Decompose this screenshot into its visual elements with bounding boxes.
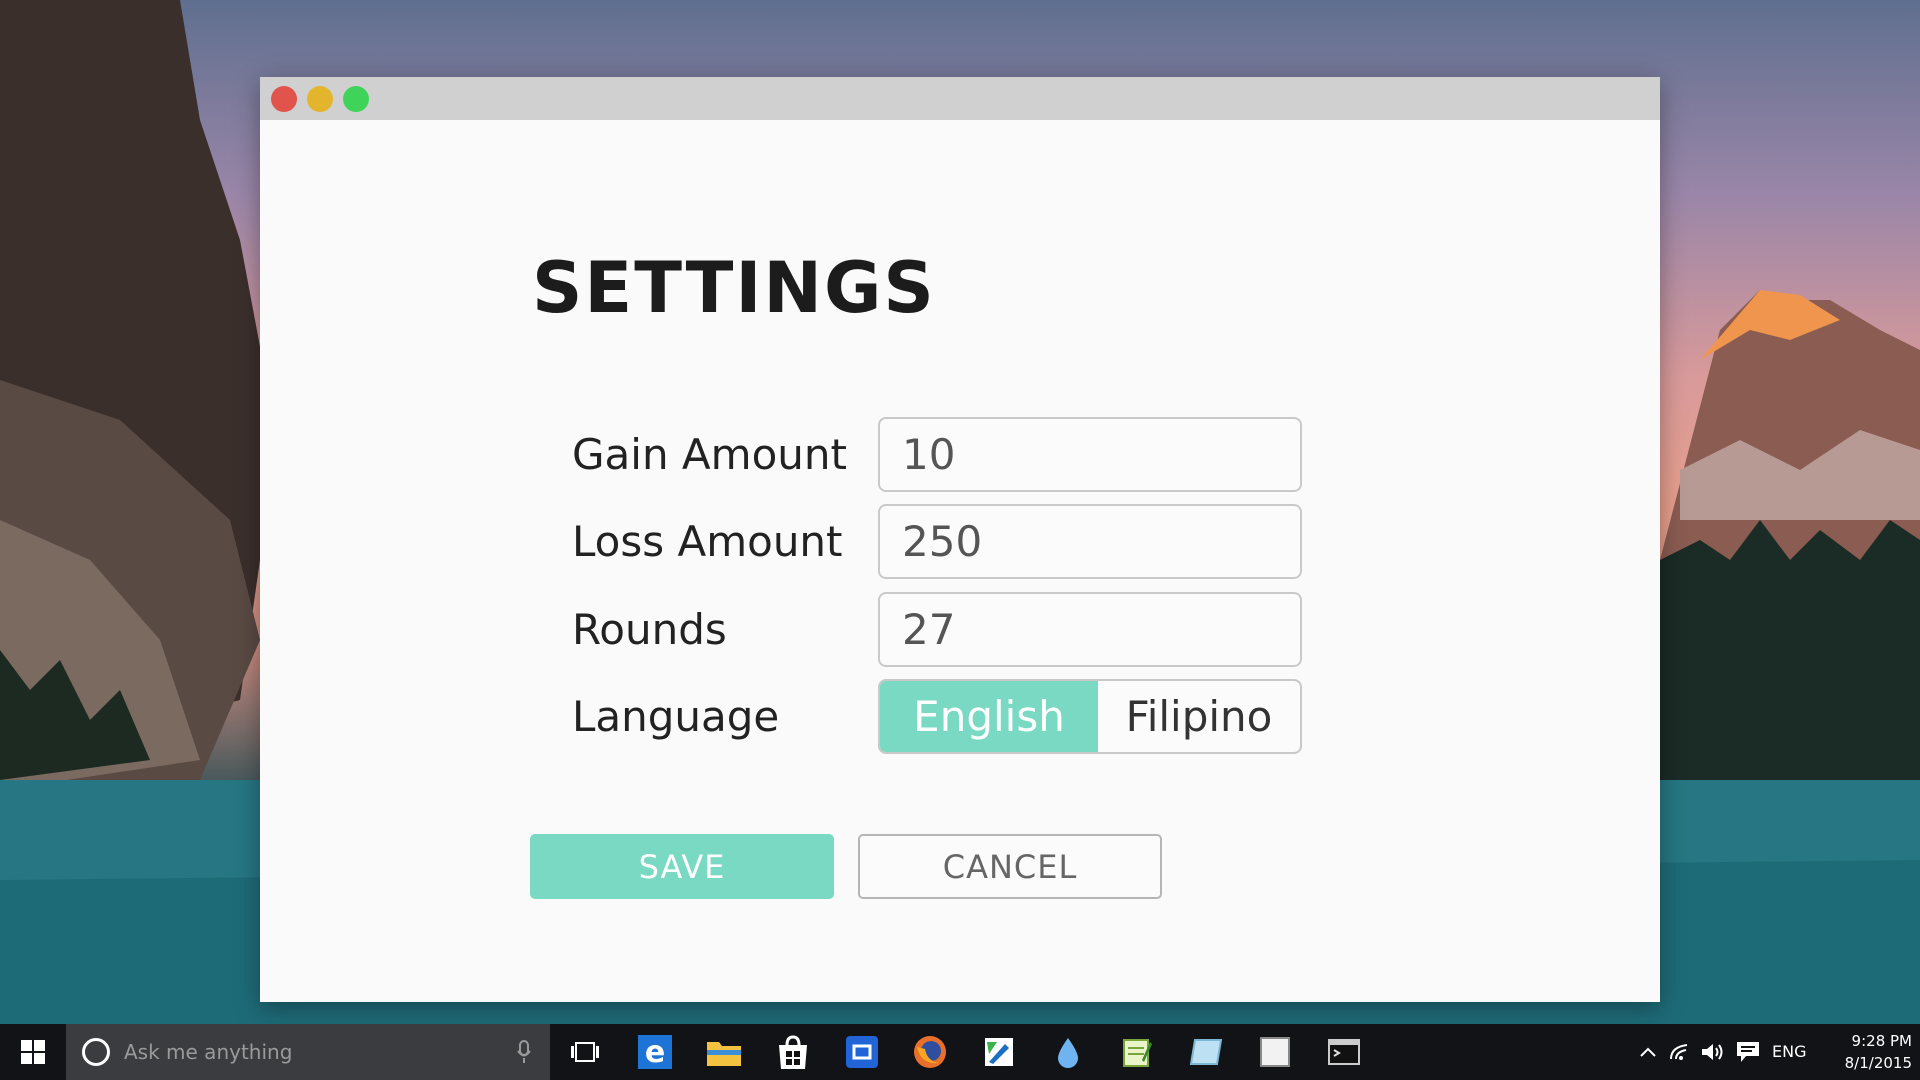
loss-amount-input[interactable] <box>878 504 1302 579</box>
language-row: Language English Filipino <box>572 679 1312 754</box>
maximize-window-button[interactable] <box>343 86 369 112</box>
cortana-icon <box>82 1038 110 1066</box>
clock-date: 8/1/2015 <box>1844 1054 1912 1072</box>
app-tile-icon[interactable] <box>842 1032 882 1072</box>
language-option-filipino[interactable]: Filipino <box>1098 681 1300 752</box>
windows-logo-icon <box>21 1040 45 1064</box>
svg-text:e: e <box>645 1035 665 1069</box>
input-language-indicator[interactable]: ENG <box>1772 1042 1806 1061</box>
language-toggle: English Filipino <box>878 679 1302 754</box>
taskbar-search[interactable]: Ask me anything <box>66 1024 550 1080</box>
language-option-english[interactable]: English <box>880 681 1098 752</box>
store-icon[interactable] <box>773 1032 813 1072</box>
firefox-icon[interactable] <box>910 1032 950 1072</box>
task-view-icon[interactable] <box>565 1032 605 1072</box>
settings-panel: SETTINGS Gain Amount Loss Amount Rounds … <box>260 120 1660 1002</box>
pen-app-icon[interactable] <box>979 1032 1019 1072</box>
taskbar-clock[interactable]: 9:28 PM 8/1/2015 <box>1820 1030 1912 1074</box>
settings-window: SETTINGS Gain Amount Loss Amount Rounds … <box>260 77 1660 1002</box>
file-explorer-icon[interactable] <box>704 1032 744 1072</box>
save-button[interactable]: SAVE <box>530 834 834 899</box>
edge-icon[interactable]: e <box>635 1032 675 1072</box>
language-label: Language <box>572 692 780 741</box>
rounds-row: Rounds <box>572 592 1312 667</box>
gain-amount-label: Gain Amount <box>572 430 847 479</box>
loss-amount-row: Loss Amount <box>572 504 1312 579</box>
gain-amount-input[interactable] <box>878 417 1302 492</box>
start-button[interactable] <box>0 1024 66 1080</box>
microphone-icon[interactable] <box>516 1040 532 1064</box>
window-titlebar[interactable] <box>260 77 1660 120</box>
gain-amount-row: Gain Amount <box>572 417 1312 492</box>
cancel-button[interactable]: CANCEL <box>858 834 1162 899</box>
notification-icon[interactable] <box>1728 1032 1768 1072</box>
minimize-window-button[interactable] <box>307 86 333 112</box>
rounds-label: Rounds <box>572 605 727 654</box>
notepad-icon[interactable] <box>1117 1032 1157 1072</box>
water-drop-icon[interactable] <box>1048 1032 1088 1072</box>
close-window-button[interactable] <box>271 86 297 112</box>
terminal-icon[interactable] <box>1324 1032 1364 1072</box>
tablet-app-icon[interactable] <box>1186 1032 1226 1072</box>
page-title: SETTINGS <box>532 247 936 329</box>
search-placeholder: Ask me anything <box>124 1040 293 1064</box>
rounds-input[interactable] <box>878 592 1302 667</box>
loss-amount-label: Loss Amount <box>572 517 843 566</box>
volume-icon[interactable] <box>1692 1032 1732 1072</box>
taskbar: Ask me anything e ENG 9:28 PM 8/1/2015 <box>0 1024 1920 1080</box>
clock-time: 9:28 PM <box>1851 1032 1912 1050</box>
blank-app-icon[interactable] <box>1255 1032 1295 1072</box>
